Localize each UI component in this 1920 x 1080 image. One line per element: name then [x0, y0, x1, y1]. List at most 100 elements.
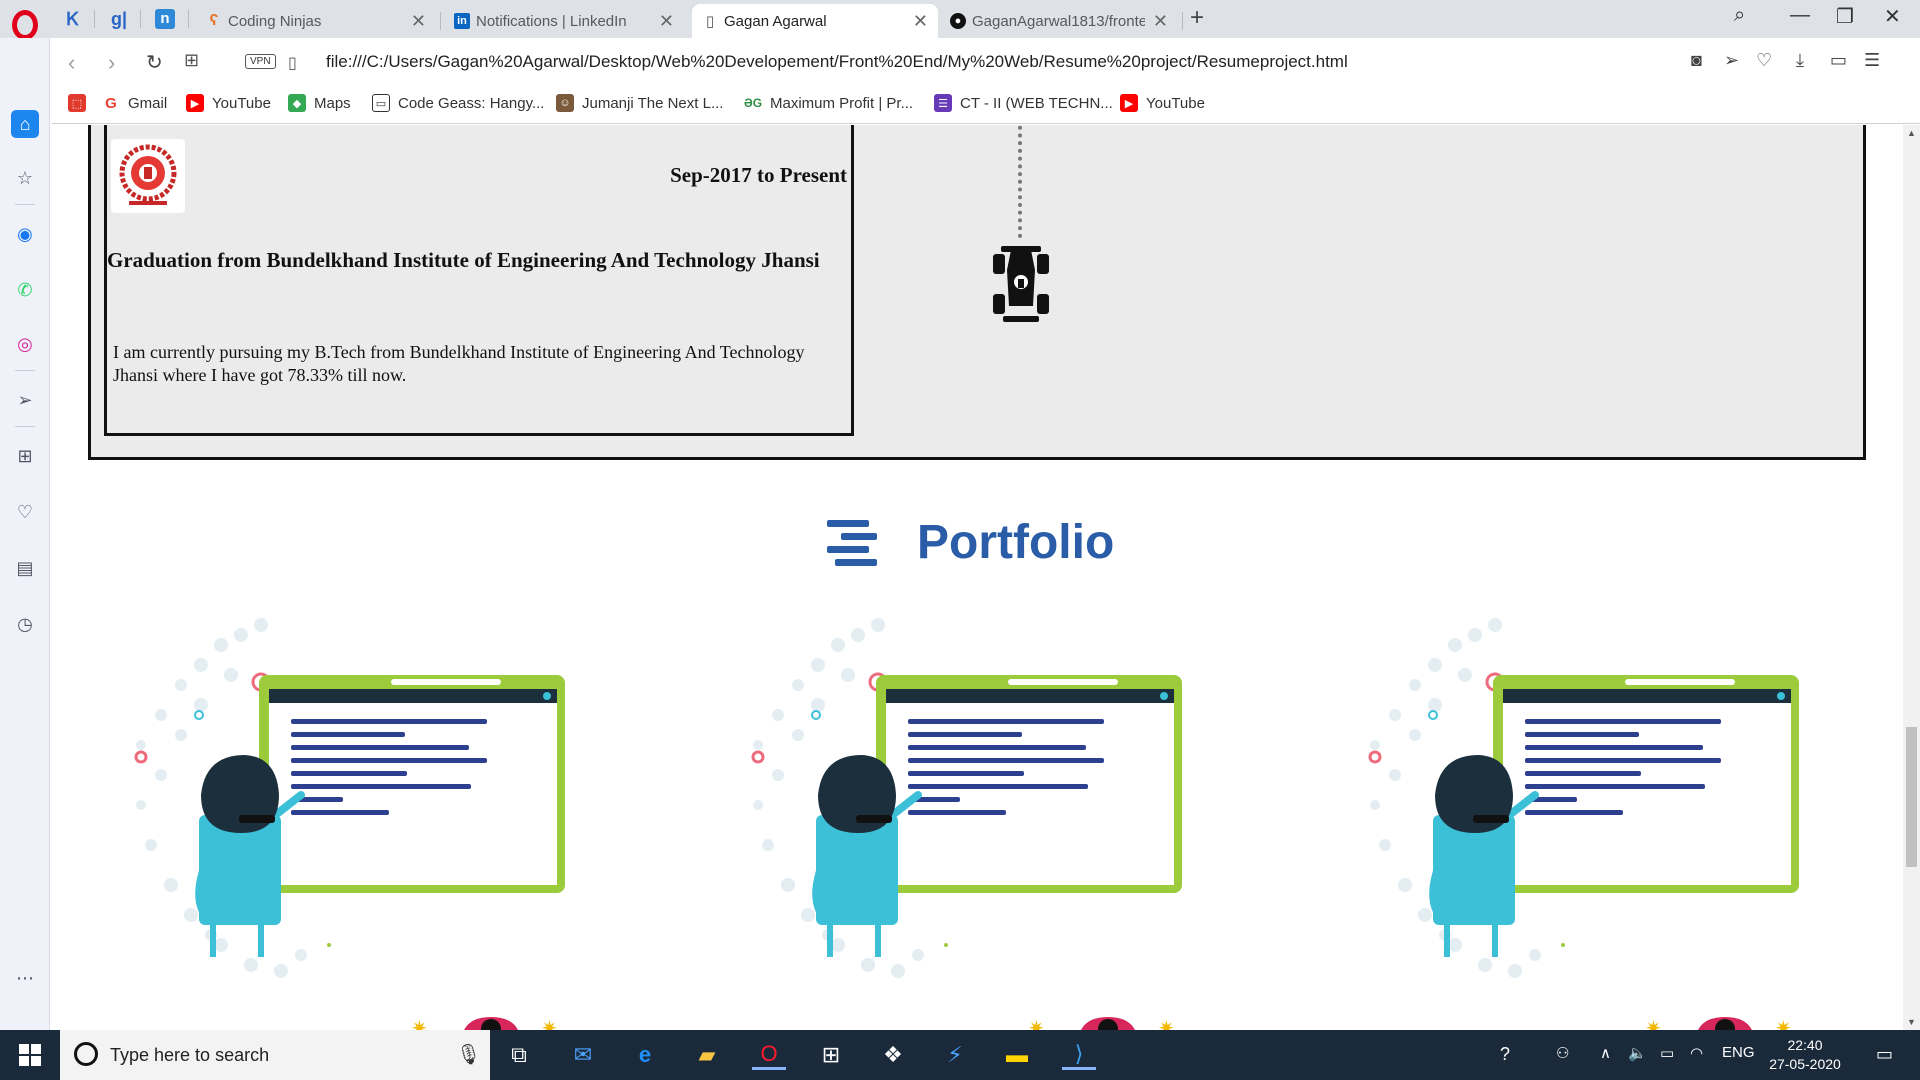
extensions-icon[interactable]: ⊞ [13, 444, 37, 468]
windows-taskbar: Type here to search 🎙 ⧉ ✉ e ▰ O ⊞ ❖ ⚡ ▬ … [0, 1030, 1920, 1080]
bookmark-youtube-2[interactable]: ▶ YouTube [1120, 94, 1205, 112]
microphone-icon[interactable]: 🎙 [456, 1042, 481, 1067]
restore-button[interactable]: ❐ [1836, 4, 1854, 29]
screen-icon: ▭ [372, 94, 390, 112]
bookmark-gmail[interactable]: G Gmail [102, 94, 167, 112]
developer-illustration [1368, 618, 1799, 978]
page-viewport: Sep-2017 to Present Graduation from Bund… [51, 125, 1903, 1030]
reload-button[interactable]: ↻ [146, 50, 163, 75]
sticky-notes-icon[interactable]: ▬ [1000, 1040, 1034, 1070]
scroll-down-icon[interactable]: ▼ [1907, 1017, 1916, 1027]
close-tab-icon[interactable]: ✕ [1153, 11, 1168, 32]
portfolio-next-illustration: ✷ ✷ [411, 1016, 558, 1030]
github-icon: ● [950, 13, 966, 29]
svg-text:✷: ✷ [1775, 1016, 1792, 1030]
people-icon[interactable]: ⚇ [1556, 1044, 1569, 1062]
windows-logo-icon [19, 1044, 41, 1066]
svg-text:✷: ✷ [541, 1016, 558, 1030]
close-tab-icon[interactable]: ✕ [411, 11, 426, 32]
battery-saver-icon[interactable]: ▭ [1830, 50, 1847, 71]
help-icon[interactable]: ? [1500, 1044, 1510, 1065]
start-button[interactable] [0, 1030, 60, 1080]
opera-logo-icon[interactable] [12, 10, 38, 40]
send-icon[interactable]: ➢ [1724, 50, 1739, 71]
speed-dial-star-icon[interactable]: ☆ [13, 166, 37, 190]
bookmark-youtube[interactable]: ▶ YouTube [186, 94, 271, 112]
youtube-icon: ▶ [1120, 94, 1138, 112]
portfolio-item[interactable] [718, 605, 1198, 985]
close-tab-icon[interactable]: ✕ [659, 11, 674, 32]
language-indicator[interactable]: ENG [1722, 1044, 1755, 1061]
tab-bar: Ꮶ g| n ʕ Coding Ninjas ✕ in Notification… [0, 0, 1920, 40]
pinned-tab-icon[interactable]: Ꮶ [58, 6, 88, 32]
page-info-icon[interactable]: ▯ [288, 53, 297, 73]
portfolio-item[interactable] [101, 605, 581, 985]
download-icon[interactable]: ⤓ [1796, 50, 1804, 71]
portfolio-title: Portfolio [917, 516, 1115, 569]
home-icon[interactable]: ⌂ [11, 110, 39, 138]
bookmark-maps[interactable]: ◆ Maps [288, 94, 351, 112]
minimize-button[interactable]: — [1790, 4, 1810, 27]
flutter-icon[interactable]: ⚡ [938, 1040, 972, 1070]
jumanji-icon: ☺ [556, 94, 574, 112]
file-explorer-icon[interactable]: ▰ [690, 1040, 724, 1070]
close-tab-icon[interactable]: ✕ [913, 11, 928, 32]
tab-coding-ninjas[interactable]: ʕ Coding Ninjas ✕ [196, 4, 436, 38]
heart-icon[interactable]: ♡ [13, 500, 37, 524]
edge-icon[interactable]: e [628, 1040, 662, 1070]
education-section: Sep-2017 to Present Graduation from Bund… [88, 125, 1866, 460]
education-description: I am currently pursuing my B.Tech from B… [113, 342, 805, 385]
scroll-up-icon[interactable]: ▲ [1907, 128, 1916, 138]
youtube-icon: ▶ [186, 94, 204, 112]
mail-icon[interactable]: ✉ [566, 1040, 600, 1070]
more-options-icon[interactable]: ⋯ [13, 966, 37, 990]
dropbox-icon[interactable]: ❖ [876, 1040, 910, 1070]
battery-icon[interactable]: ▭ [1660, 1044, 1674, 1062]
snapshot-icon[interactable]: ◙ [1691, 50, 1702, 71]
tab-gagan-agarwal[interactable]: ▯ Gagan Agarwal ✕ [692, 4, 938, 38]
system-clock[interactable]: 22:40 27-05-2020 [1760, 1036, 1850, 1074]
history-clock-icon[interactable]: ◷ [13, 612, 37, 636]
portfolio-item[interactable] [1335, 605, 1815, 985]
notifications-icon[interactable]: ▭ [1876, 1044, 1893, 1065]
tab-github[interactable]: ● GaganAgarwal1813/fronte ✕ [940, 4, 1178, 38]
vpn-badge[interactable]: VPN [245, 54, 276, 69]
instagram-icon[interactable]: ◎ [13, 332, 37, 356]
pinned-tab-icon[interactable]: n [150, 6, 180, 32]
page-scrollbar[interactable]: ▲ ▼ [1903, 125, 1920, 1030]
bookmark-app-icon: ⬚ [68, 94, 86, 112]
task-view-icon[interactable]: ⧉ [502, 1040, 536, 1070]
whatsapp-icon[interactable]: ✆ [13, 278, 37, 302]
news-icon[interactable]: ▤ [13, 556, 37, 580]
messenger-icon[interactable]: ◉ [13, 222, 37, 246]
flow-send-icon[interactable]: ➢ [13, 388, 37, 412]
scrollbar-thumb[interactable] [1906, 727, 1917, 867]
taskbar-search[interactable]: Type here to search 🎙 [60, 1030, 490, 1080]
chevron-up-icon[interactable]: ∧ [1600, 1044, 1611, 1062]
bookmark-item[interactable]: ⬚ [68, 94, 94, 112]
store-icon[interactable]: ⊞ [814, 1040, 848, 1070]
volume-icon[interactable]: 🔈 [1628, 1044, 1647, 1062]
portfolio-heading: Portfolio [827, 515, 1114, 570]
opera-taskbar-icon[interactable]: O [752, 1040, 786, 1070]
opera-sidebar: ⌂ ☆ ◉ ✆ ◎ ➢ ⊞ ♡ ▤ ◷ ⋯ [0, 38, 50, 1030]
bookmark-maximum-profit[interactable]: ƏG Maximum Profit | Pr... [744, 94, 913, 112]
vscode-icon[interactable]: ⟩ [1062, 1040, 1096, 1070]
tiles-icon[interactable]: ⊞ [184, 50, 199, 71]
bookmark-ct-ii[interactable]: ☰ CT - II (WEB TECHN... [934, 94, 1113, 112]
bookmark-code-geass[interactable]: ▭ Code Geass: Hangy... [372, 94, 544, 112]
url-field[interactable]: file:///C:/Users/Gagan%20Agarwal/Desktop… [326, 52, 1348, 72]
bookmark-jumanji[interactable]: ☺ Jumanji The Next L... [556, 94, 723, 112]
search-tabs-icon[interactable]: ⌕ [1734, 4, 1745, 27]
tab-linkedin[interactable]: in Notifications | LinkedIn ✕ [444, 4, 684, 38]
new-tab-button[interactable]: + [1190, 4, 1204, 32]
easy-setup-icon[interactable]: ☰ [1864, 50, 1880, 71]
wifi-icon[interactable]: ◠ [1690, 1044, 1703, 1062]
svg-text:✷: ✷ [1028, 1016, 1045, 1030]
heart-icon[interactable]: ♡ [1756, 50, 1772, 71]
timeline-line [1018, 125, 1022, 238]
close-window-button[interactable]: ✕ [1884, 4, 1901, 29]
back-button[interactable]: ‹ [68, 50, 75, 76]
pinned-tab-icon[interactable]: g| [104, 6, 134, 32]
forward-button[interactable]: › [108, 50, 115, 76]
